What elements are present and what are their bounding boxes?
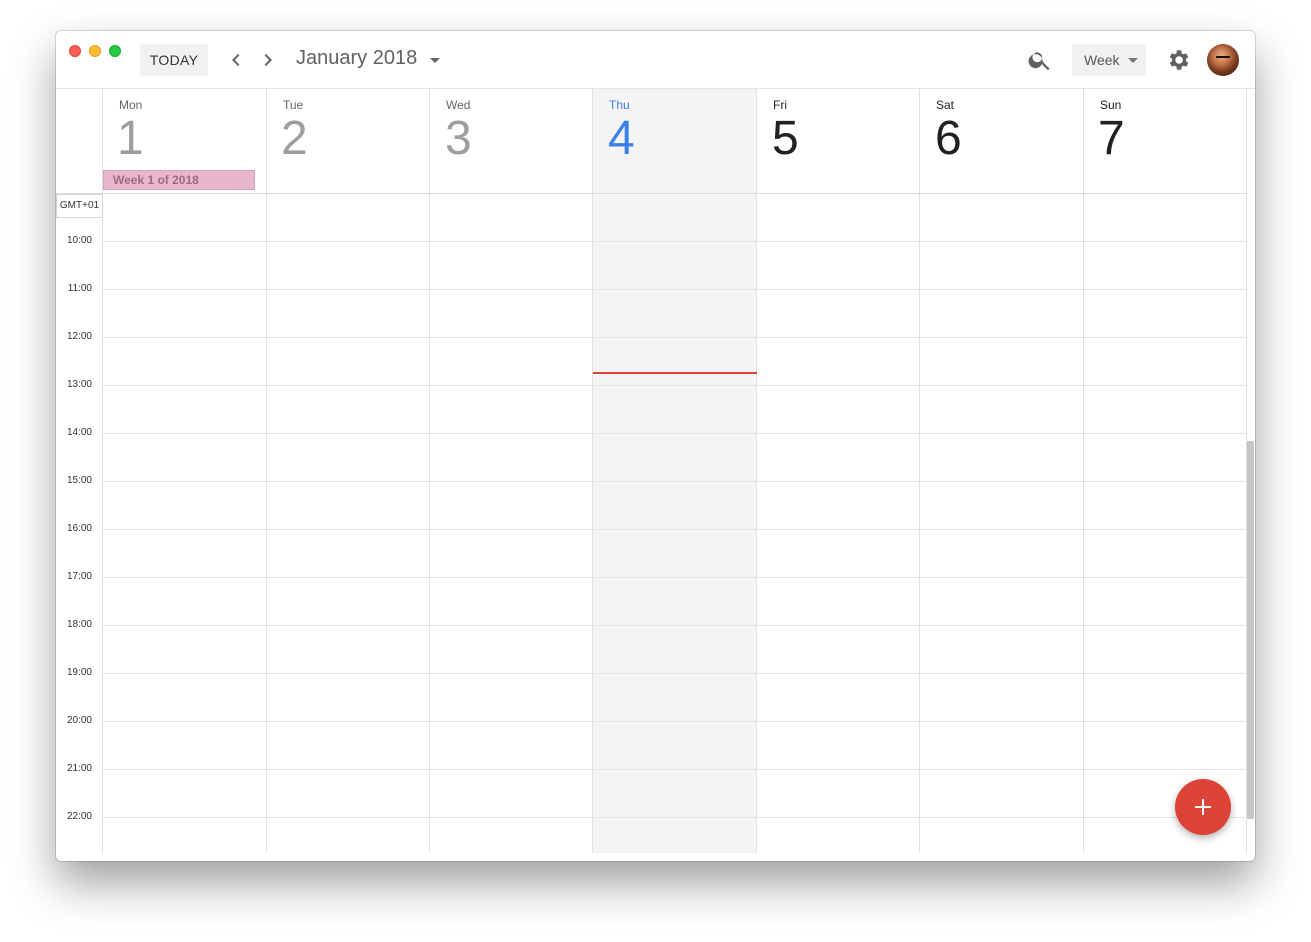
hour-line: [103, 337, 1246, 338]
hour-label: 19:00: [66, 667, 92, 678]
scrollbar-thumb[interactable]: [1247, 441, 1254, 819]
column-divider: [756, 89, 757, 853]
day-name-fri: Fri: [773, 98, 787, 112]
hour-label: 11:00: [67, 283, 92, 294]
day-name-sat: Sat: [936, 98, 955, 112]
day-number-thu[interactable]: 4: [608, 111, 635, 167]
caret-down-icon[interactable]: [425, 48, 445, 72]
chevron-right-icon[interactable]: [256, 48, 280, 72]
day-number-mon[interactable]: 1: [117, 111, 144, 167]
hour-line: [103, 241, 1246, 242]
hour-line: [103, 817, 1246, 818]
minimize-window-button[interactable]: [89, 45, 101, 57]
today-column-highlight: [592, 89, 756, 853]
day-name-thu: Thu: [609, 98, 630, 112]
view-select[interactable]: Week: [1072, 44, 1146, 76]
avatar[interactable]: [1207, 44, 1239, 76]
column-divider: [266, 89, 267, 853]
timezone-label: GMT+01: [56, 194, 103, 218]
day-number-fri[interactable]: 5: [772, 111, 799, 167]
hour-line: [103, 529, 1246, 530]
caret-down-icon: [1128, 55, 1138, 65]
calendar-window: TODAY January 2018 Week Mon 1 Tue 2 Wed …: [56, 31, 1255, 861]
hour-line: [103, 673, 1246, 674]
hour-line: [103, 481, 1246, 482]
hour-label: 13:00: [66, 379, 92, 390]
hour-line: [103, 721, 1246, 722]
today-button[interactable]: TODAY: [140, 44, 208, 76]
hour-line: [103, 385, 1246, 386]
plus-icon: [1195, 799, 1211, 815]
hour-label: 21:00: [66, 763, 92, 774]
create-event-button[interactable]: [1175, 779, 1231, 835]
current-time-indicator: [593, 372, 757, 374]
zoom-window-button[interactable]: [109, 45, 121, 57]
chevron-left-icon[interactable]: [224, 48, 248, 72]
hour-label: 16:00: [66, 523, 92, 534]
close-window-button[interactable]: [69, 45, 81, 57]
hour-line: [103, 289, 1246, 290]
column-divider: [919, 89, 920, 853]
day-number-sat[interactable]: 6: [935, 111, 962, 167]
column-divider: [1083, 89, 1084, 853]
hour-label: 10:00: [66, 235, 92, 246]
hour-line: [103, 577, 1246, 578]
view-select-label: Week: [1084, 52, 1120, 68]
hour-label: 17:00: [66, 571, 92, 582]
day-number-sun[interactable]: 7: [1098, 111, 1125, 167]
column-divider: [592, 89, 593, 853]
gear-icon[interactable]: [1165, 47, 1191, 73]
hour-label: 20:00: [66, 715, 92, 726]
header-divider: [56, 193, 1246, 194]
hour-label: 14:00: [66, 427, 92, 438]
hour-line: [103, 433, 1246, 434]
day-number-tue[interactable]: 2: [281, 111, 308, 167]
hour-line: [103, 769, 1246, 770]
day-name-mon: Mon: [119, 98, 143, 112]
month-title[interactable]: January 2018: [296, 47, 417, 70]
day-number-wed[interactable]: 3: [445, 111, 472, 167]
search-icon[interactable]: [1027, 47, 1053, 73]
all-day-event[interactable]: Week 1 of 2018: [103, 170, 255, 190]
hour-label: 12:00: [66, 331, 92, 342]
day-name-tue: Tue: [283, 98, 304, 112]
hour-label: 18:00: [66, 619, 92, 630]
day-name-sun: Sun: [1100, 98, 1122, 112]
hour-line: [103, 625, 1246, 626]
hour-label: 15:00: [66, 475, 92, 486]
column-divider: [429, 89, 430, 853]
day-name-wed: Wed: [446, 98, 471, 112]
hour-label: 22:00: [66, 811, 92, 822]
